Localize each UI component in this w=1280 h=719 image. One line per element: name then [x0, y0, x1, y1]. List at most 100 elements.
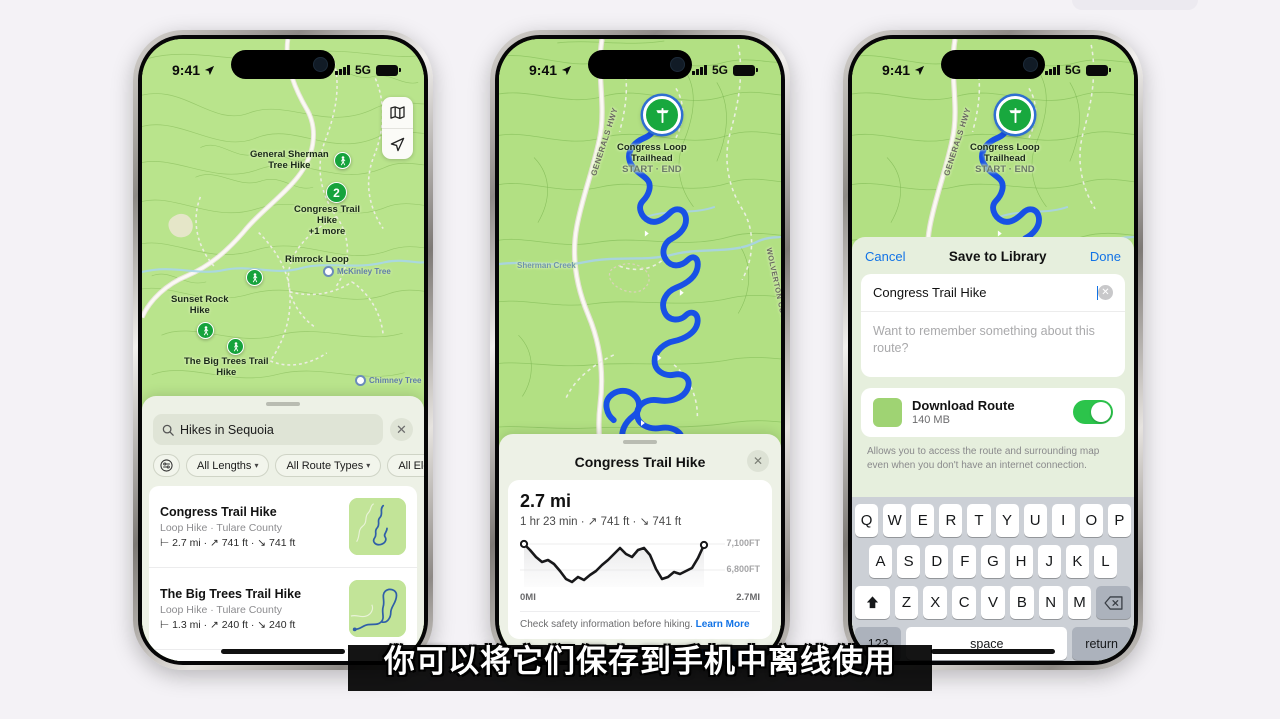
hike-pin-rimrock[interactable]: [246, 269, 263, 286]
hike-pin-big-trees[interactable]: [227, 338, 244, 355]
dynamic-island: [941, 50, 1045, 79]
key-s[interactable]: S: [897, 545, 921, 578]
key-e[interactable]: E: [911, 504, 935, 537]
key-w[interactable]: W: [883, 504, 907, 537]
poi-chimney-tree[interactable]: Chimney Tree: [355, 375, 421, 386]
elevation-chart: 7,100FT 6,800FT: [520, 537, 760, 589]
search-input[interactable]: Hikes in Sequoia: [153, 414, 383, 445]
note-field[interactable]: Want to remember something about this ro…: [861, 312, 1125, 377]
detail-meta: 1 hr 23 min · ↗ 741 ft · ↘ 741 ft: [520, 516, 682, 528]
map-label-big-trees[interactable]: The Big Trees Trail Hike: [184, 356, 268, 378]
axis-right-label: 2.7MI: [736, 592, 760, 603]
locate-icon[interactable]: [382, 128, 413, 159]
key-y[interactable]: Y: [995, 504, 1019, 537]
key-c[interactable]: C: [952, 586, 977, 619]
location-arrow-icon: [914, 65, 925, 75]
status-time: 9:41: [529, 62, 558, 78]
trailhead-marker-3[interactable]: [996, 96, 1034, 134]
search-clear-button[interactable]: ✕: [390, 418, 413, 441]
list-item[interactable]: Congress Trail Hike Loop Hike · Tulare C…: [149, 486, 417, 567]
key-i[interactable]: I: [1051, 504, 1075, 537]
backspace-icon: [1104, 595, 1123, 610]
map-controls-1[interactable]: [382, 97, 413, 159]
network-label: 5G: [1064, 63, 1081, 77]
key-g[interactable]: G: [981, 545, 1005, 578]
result-name: Congress Trail Hike: [160, 504, 277, 519]
filter-chip-all-lengths[interactable]: All Lengths ▾: [186, 454, 270, 477]
result-subtitle: Loop Hike · Tulare County: [160, 521, 282, 534]
results-list: Congress Trail Hike Loop Hike · Tulare C…: [149, 486, 417, 661]
key-v[interactable]: V: [981, 586, 1005, 619]
key-h[interactable]: H: [1009, 545, 1033, 578]
safety-text: Check safety information before hiking.: [520, 619, 693, 630]
phone-1-frame: 9:41 5G General Sherman Tree Hike 2 Cong…: [133, 30, 433, 670]
download-size: 140 MB: [912, 414, 950, 427]
result-stats: ⊢ 1.3 mi · ↗ 240 ft · ↘ 240 ft: [160, 618, 296, 631]
key-n[interactable]: N: [1038, 586, 1063, 619]
key-r[interactable]: R: [939, 504, 963, 537]
clear-name-icon[interactable]: ✕: [1098, 285, 1113, 300]
elev-low-label: 6,800FT: [726, 564, 760, 574]
key-a[interactable]: A: [869, 545, 893, 578]
filter-chip-all-elevation[interactable]: All Elev: [387, 454, 424, 477]
sheet-grabber[interactable]: [266, 402, 300, 406]
poi-mckinley-tree[interactable]: McKinley Tree: [323, 266, 391, 277]
key-x[interactable]: X: [923, 586, 948, 619]
backspace-key[interactable]: [1096, 586, 1132, 619]
key-m[interactable]: M: [1067, 586, 1092, 619]
key-u[interactable]: U: [1023, 504, 1047, 537]
keyboard-row-3: Z X C V B N M: [854, 586, 1132, 619]
key-q[interactable]: Q: [855, 504, 879, 537]
trail-detail-sheet: Congress Trail Hike ✕ 2.7 mi 1 hr 23 min…: [499, 434, 781, 661]
shift-key[interactable]: [854, 586, 890, 619]
key-z[interactable]: Z: [894, 586, 919, 619]
signal-bars-icon: [1045, 65, 1060, 75]
network-label: 5G: [711, 63, 728, 77]
search-sheet: Hikes in Sequoia ✕ All Lengths ▾ All Rou…: [142, 396, 424, 661]
key-t[interactable]: T: [967, 504, 991, 537]
route-thumbnail: [349, 580, 406, 637]
trailhead-label-2[interactable]: Congress Loop Trailhead START · END: [617, 142, 687, 176]
map-label-general-sherman[interactable]: General Sherman Tree Hike: [250, 149, 329, 171]
screenshot-stage: 9:41 5G General Sherman Tree Hike 2 Cong…: [0, 0, 1280, 719]
filter-settings-icon[interactable]: [153, 454, 180, 477]
map-label-sunset-rock[interactable]: Sunset Rock Hike: [171, 294, 229, 316]
key-f[interactable]: F: [953, 545, 977, 578]
safety-note: Check safety information before hiking. …: [520, 611, 760, 630]
key-p[interactable]: P: [1107, 504, 1131, 537]
close-icon[interactable]: ✕: [747, 450, 769, 472]
key-b[interactable]: B: [1009, 586, 1034, 619]
trailhead-marker-2[interactable]: [643, 96, 681, 134]
location-arrow-icon: [561, 65, 572, 75]
key-k[interactable]: K: [1065, 545, 1089, 578]
hike-pin-general-sherman[interactable]: [334, 152, 351, 169]
elevation-profile-svg: [520, 539, 725, 587]
search-row: Hikes in Sequoia ✕: [142, 414, 424, 445]
sheet-grabber[interactable]: [623, 440, 657, 444]
filter-chip-route-types[interactable]: All Route Types ▾: [275, 454, 382, 477]
key-j[interactable]: J: [1037, 545, 1061, 578]
learn-more-link[interactable]: Learn More: [696, 619, 750, 630]
map-label-congress-trail[interactable]: Congress Trail Hike +1 more: [294, 204, 360, 238]
hike-cluster-pin[interactable]: 2: [326, 182, 347, 203]
phone-2-screen: 9:41 5G Congress Loop Trailhead START · …: [499, 39, 781, 661]
trailhead-label-3[interactable]: Congress Loop Trailhead START · END: [970, 142, 1040, 176]
axis-left-label: 0MI: [520, 592, 536, 603]
key-l[interactable]: L: [1093, 545, 1117, 578]
cancel-button[interactable]: Cancel: [865, 249, 905, 264]
chevron-down-icon: ▾: [366, 461, 371, 470]
key-o[interactable]: O: [1079, 504, 1103, 537]
download-title: Download Route: [912, 398, 1015, 414]
done-button[interactable]: Done: [1090, 249, 1121, 264]
name-field-row[interactable]: Congress Trail Hike ✕: [861, 274, 1125, 312]
hike-pin-sunset-rock[interactable]: [197, 322, 214, 339]
detail-header: Congress Trail Hike ✕: [499, 450, 781, 480]
map-label-sherman-creek: Sherman Creek: [517, 261, 576, 270]
keyboard-row-1: Q W E R T Y U I O P: [855, 504, 1131, 537]
map-layers-icon[interactable]: [382, 97, 413, 128]
key-d[interactable]: D: [925, 545, 949, 578]
download-toggle[interactable]: [1073, 400, 1113, 425]
download-route-row[interactable]: Download Route 140 MB: [861, 387, 1125, 437]
network-label: 5G: [354, 63, 371, 77]
map-label-rimrock-loop[interactable]: Rimrock Loop: [285, 254, 349, 265]
